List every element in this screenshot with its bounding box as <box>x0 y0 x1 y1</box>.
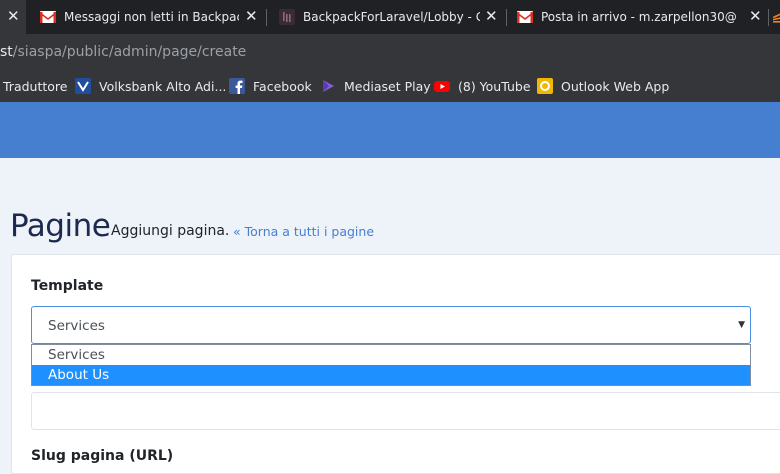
dropdown-option-about-us[interactable]: About Us <box>32 365 750 385</box>
tab-separator <box>266 9 267 26</box>
bookmark-youtube[interactable]: (8) YouTube <box>434 76 531 96</box>
bookmark-label: Mediaset Play <box>344 78 431 94</box>
active-tab[interactable]: ✕ <box>0 0 26 34</box>
template-selected-value: Services <box>48 318 105 334</box>
template-label: Template <box>31 278 104 294</box>
bookmark-mediaset-play[interactable]: Mediaset Play <box>320 76 431 96</box>
bookmark-label: Facebook <box>253 78 312 94</box>
close-icon[interactable]: ✕ <box>7 8 20 24</box>
page-title: Pagine <box>10 208 111 244</box>
url-host: st <box>0 44 13 60</box>
bookmark-facebook[interactable]: Facebook <box>229 76 312 96</box>
bookmark-label: (8) YouTube <box>458 78 531 94</box>
bookmark-volksbank[interactable]: Volksbank Alto Adi... <box>75 76 226 96</box>
bookmarks-bar: Traduttore Volksbank Alto Adi... Faceboo… <box>0 70 780 102</box>
gmail-icon <box>40 11 56 23</box>
close-icon[interactable]: ✕ <box>245 8 258 24</box>
url-path: /siaspa/public/admin/page/create <box>12 44 247 60</box>
bookmark-label: Volksbank Alto Adi... <box>99 78 227 94</box>
gmail-icon <box>517 11 533 23</box>
close-icon[interactable]: ✕ <box>749 8 762 24</box>
tab-gmail-inbox[interactable]: Posta in arrivo - m.zarpellon30@ <box>517 0 743 34</box>
bookmark-label: Traduttore <box>3 78 68 94</box>
youtube-icon <box>434 81 450 92</box>
close-icon[interactable]: ✕ <box>485 8 498 24</box>
caret-down-icon: ▼ <box>738 320 745 330</box>
tab-gmail-backpack[interactable]: Messaggi non letti in BackpackFo <box>40 0 245 34</box>
play-icon <box>323 80 334 92</box>
tab-separator <box>506 9 507 26</box>
tab-title: BackpackForLaravel/Lobby - Gitte <box>303 10 480 24</box>
tab-title: Posta in arrivo - m.zarpellon30@ <box>541 10 737 24</box>
facebook-icon <box>229 78 245 94</box>
tab-separator <box>768 9 769 26</box>
app-header <box>0 102 780 158</box>
dropdown-option-services[interactable]: Services <box>32 345 750 365</box>
tab-title: Messaggi non letti in BackpackFo <box>64 10 239 24</box>
bookmark-label: Outlook Web App <box>561 78 670 94</box>
address-bar[interactable]: st/siaspa/public/admin/page/create <box>0 34 780 70</box>
slug-label: Slug pagina (URL) <box>31 448 174 464</box>
back-to-list-link[interactable]: « Torna a tutti i pagine <box>233 224 374 239</box>
name-input[interactable] <box>31 392 780 430</box>
volksbank-icon <box>75 78 91 94</box>
bookmark-outlook[interactable]: Outlook Web App <box>537 76 669 96</box>
url-text[interactable]: st/siaspa/public/admin/page/create <box>0 44 246 60</box>
bookmark-traduttore[interactable]: Traduttore <box>3 76 67 96</box>
template-dropdown-list: Services About Us <box>31 344 751 386</box>
page-subtitle: Aggiungi pagina. <box>111 223 230 239</box>
stackoverflow-icon <box>772 13 780 23</box>
gitter-icon <box>279 9 295 25</box>
tab-gitter-lobby[interactable]: BackpackForLaravel/Lobby - Gitte <box>279 0 480 34</box>
template-select[interactable]: Services ▼ <box>31 306 751 344</box>
outlook-icon <box>537 78 553 94</box>
browser-tab-bar: ✕ Messaggi non letti in BackpackFo ✕ Bac… <box>0 0 780 34</box>
